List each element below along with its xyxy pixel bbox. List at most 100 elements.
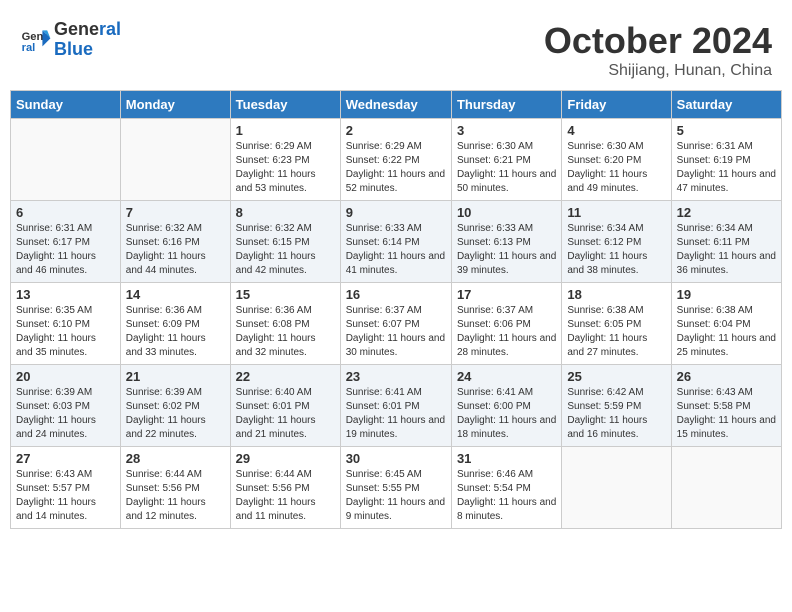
day-info: Sunrise: 6:37 AMSunset: 6:07 PMDaylight:… xyxy=(346,304,446,360)
calendar-cell: 2Sunrise: 6:29 AMSunset: 6:22 PMDaylight… xyxy=(340,119,451,201)
logo-icon: Gene ral xyxy=(20,24,52,56)
calendar-cell: 12Sunrise: 6:34 AMSunset: 6:11 PMDayligh… xyxy=(671,201,781,283)
logo: Gene ral General Blue xyxy=(20,20,121,60)
day-number: 13 xyxy=(16,287,115,302)
day-info: Sunrise: 6:44 AMSunset: 5:56 PMDaylight:… xyxy=(236,468,335,524)
calendar-cell: 3 Sunrise: 6:30 AMSunset: 6:21 PMDaylight… xyxy=(451,119,561,201)
calendar-cell: 22Sunrise: 6:40 AMSunset: 6:01 PMDayligh… xyxy=(230,365,340,447)
day-number: 27 xyxy=(16,451,115,466)
calendar-cell: 13 Sunrise: 6:35 AMSunset: 6:10 PMDayligh… xyxy=(11,283,121,365)
day-info: Sunrise: 6:42 AMSunset: 5:59 PMDaylight:… xyxy=(567,386,665,442)
calendar-cell: 5Sunrise: 6:31 AMSunset: 6:19 PMDaylight… xyxy=(671,119,781,201)
day-info: Sunrise: 6:41 AMSunset: 6:00 PMDaylight:… xyxy=(457,386,556,442)
day-info: Sunrise: 6:36 AMSunset: 6:09 PMDaylight:… xyxy=(126,304,225,360)
calendar-cell: 4Sunrise: 6:30 AMSunset: 6:20 PMDaylight… xyxy=(562,119,671,201)
weekday-header-wednesday: Wednesday xyxy=(340,91,451,119)
day-info: Sunrise: 6:45 AMSunset: 5:55 PMDaylight:… xyxy=(346,468,446,524)
day-info: Sunrise: 6:32 AMSunset: 6:16 PMDaylight:… xyxy=(126,222,225,278)
day-info: Sunrise: 6:30 AMSunset: 6:21 PMDaylight:… xyxy=(457,140,556,196)
day-info: Sunrise: 6:38 AMSunset: 6:05 PMDaylight:… xyxy=(567,304,665,360)
day-info: Sunrise: 6:44 AMSunset: 5:56 PMDaylight:… xyxy=(126,468,225,524)
day-info: Sunrise: 6:39 AMSunset: 6:02 PMDaylight:… xyxy=(126,386,225,442)
calendar-cell: 15Sunrise: 6:36 AMSunset: 6:08 PMDayligh… xyxy=(230,283,340,365)
day-info: Sunrise: 6:37 AMSunset: 6:06 PMDaylight:… xyxy=(457,304,556,360)
day-number: 12 xyxy=(677,205,776,220)
calendar-cell: 17 Sunrise: 6:37 AMSunset: 6:06 PMDayligh… xyxy=(451,283,561,365)
day-number: 19 xyxy=(677,287,776,302)
calendar-table: SundayMondayTuesdayWednesdayThursdayFrid… xyxy=(10,90,782,529)
day-number: 8 xyxy=(236,205,335,220)
page-header: Gene ral General Blue October 2024 Shiji… xyxy=(10,10,782,85)
day-number: 16 xyxy=(346,287,446,302)
calendar-cell: 24 Sunrise: 6:41 AMSunset: 6:00 PMDayligh… xyxy=(451,365,561,447)
calendar-cell: 21 Sunrise: 6:39 AMSunset: 6:02 PMDayligh… xyxy=(120,365,230,447)
day-info: Sunrise: 6:39 AMSunset: 6:03 PMDaylight:… xyxy=(16,386,115,442)
weekday-header-saturday: Saturday xyxy=(671,91,781,119)
day-number: 29 xyxy=(236,451,335,466)
week-row-1: 1 Sunrise: 6:29 AMSunset: 6:23 PMDaylight… xyxy=(11,119,782,201)
day-number: 6 xyxy=(16,205,115,220)
day-number: 14 xyxy=(126,287,225,302)
day-number: 2 xyxy=(346,123,446,138)
svg-text:ral: ral xyxy=(22,42,36,54)
calendar-cell: 1 Sunrise: 6:29 AMSunset: 6:23 PMDaylight… xyxy=(230,119,340,201)
day-info: Sunrise: 6:33 AMSunset: 6:14 PMDaylight:… xyxy=(346,222,446,278)
day-info: Sunrise: 6:31 AMSunset: 6:17 PMDaylight:… xyxy=(16,222,115,278)
day-number: 24 xyxy=(457,369,556,384)
week-row-4: 20 Sunrise: 6:39 AMSunset: 6:03 PMDayligh… xyxy=(11,365,782,447)
day-number: 21 xyxy=(126,369,225,384)
day-number: 7 xyxy=(126,205,225,220)
day-info: Sunrise: 6:43 AMSunset: 5:57 PMDaylight:… xyxy=(16,468,115,524)
day-number: 23 xyxy=(346,369,446,384)
day-number: 26 xyxy=(677,369,776,384)
day-info: Sunrise: 6:40 AMSunset: 6:01 PMDaylight:… xyxy=(236,386,335,442)
weekday-header-tuesday: Tuesday xyxy=(230,91,340,119)
calendar-cell: 16 Sunrise: 6:37 AMSunset: 6:07 PMDayligh… xyxy=(340,283,451,365)
weekday-header-monday: Monday xyxy=(120,91,230,119)
day-number: 30 xyxy=(346,451,446,466)
day-number: 11 xyxy=(567,205,665,220)
calendar-cell xyxy=(671,447,781,529)
calendar-cell: 18Sunrise: 6:38 AMSunset: 6:05 PMDayligh… xyxy=(562,283,671,365)
day-number: 1 xyxy=(236,123,335,138)
day-info: Sunrise: 6:30 AMSunset: 6:20 PMDaylight:… xyxy=(567,140,665,196)
calendar-cell: 26 Sunrise: 6:43 AMSunset: 5:58 PMDayligh… xyxy=(671,365,781,447)
location-title: Shijiang, Hunan, China xyxy=(544,62,772,80)
day-number: 28 xyxy=(126,451,225,466)
month-title: October 2024 xyxy=(544,20,772,62)
calendar-cell xyxy=(120,119,230,201)
day-info: Sunrise: 6:41 AMSunset: 6:01 PMDaylight:… xyxy=(346,386,446,442)
calendar-cell: 27 Sunrise: 6:43 AMSunset: 5:57 PMDayligh… xyxy=(11,447,121,529)
day-info: Sunrise: 6:43 AMSunset: 5:58 PMDaylight:… xyxy=(677,386,776,442)
day-info: Sunrise: 6:34 AMSunset: 6:12 PMDaylight:… xyxy=(567,222,665,278)
calendar-cell: 29 Sunrise: 6:44 AMSunset: 5:56 PMDayligh… xyxy=(230,447,340,529)
day-info: Sunrise: 6:35 AMSunset: 6:10 PMDaylight:… xyxy=(16,304,115,360)
week-row-2: 6 Sunrise: 6:31 AMSunset: 6:17 PMDaylight… xyxy=(11,201,782,283)
title-area: October 2024 Shijiang, Hunan, China xyxy=(544,20,772,80)
day-info: Sunrise: 6:32 AMSunset: 6:15 PMDaylight:… xyxy=(236,222,335,278)
calendar-cell: 11 Sunrise: 6:34 AMSunset: 6:12 PMDayligh… xyxy=(562,201,671,283)
calendar-cell: 19Sunrise: 6:38 AMSunset: 6:04 PMDayligh… xyxy=(671,283,781,365)
calendar-cell: 6 Sunrise: 6:31 AMSunset: 6:17 PMDaylight… xyxy=(11,201,121,283)
day-number: 10 xyxy=(457,205,556,220)
day-info: Sunrise: 6:29 AMSunset: 6:23 PMDaylight:… xyxy=(236,140,335,196)
day-number: 3 xyxy=(457,123,556,138)
day-number: 17 xyxy=(457,287,556,302)
week-row-5: 27 Sunrise: 6:43 AMSunset: 5:57 PMDayligh… xyxy=(11,447,782,529)
calendar-cell: 7 Sunrise: 6:32 AMSunset: 6:16 PMDaylight… xyxy=(120,201,230,283)
calendar-cell: 25 Sunrise: 6:42 AMSunset: 5:59 PMDayligh… xyxy=(562,365,671,447)
weekday-header-row: SundayMondayTuesdayWednesdayThursdayFrid… xyxy=(11,91,782,119)
day-info: Sunrise: 6:33 AMSunset: 6:13 PMDaylight:… xyxy=(457,222,556,278)
day-info: Sunrise: 6:46 AMSunset: 5:54 PMDaylight:… xyxy=(457,468,556,524)
calendar-cell: 10 Sunrise: 6:33 AMSunset: 6:13 PMDayligh… xyxy=(451,201,561,283)
weekday-header-thursday: Thursday xyxy=(451,91,561,119)
week-row-3: 13 Sunrise: 6:35 AMSunset: 6:10 PMDayligh… xyxy=(11,283,782,365)
logo-text: General Blue xyxy=(54,20,121,60)
day-number: 20 xyxy=(16,369,115,384)
weekday-header-friday: Friday xyxy=(562,91,671,119)
day-number: 9 xyxy=(346,205,446,220)
day-number: 5 xyxy=(677,123,776,138)
day-number: 15 xyxy=(236,287,335,302)
day-number: 25 xyxy=(567,369,665,384)
calendar-cell: 28 Sunrise: 6:44 AMSunset: 5:56 PMDayligh… xyxy=(120,447,230,529)
